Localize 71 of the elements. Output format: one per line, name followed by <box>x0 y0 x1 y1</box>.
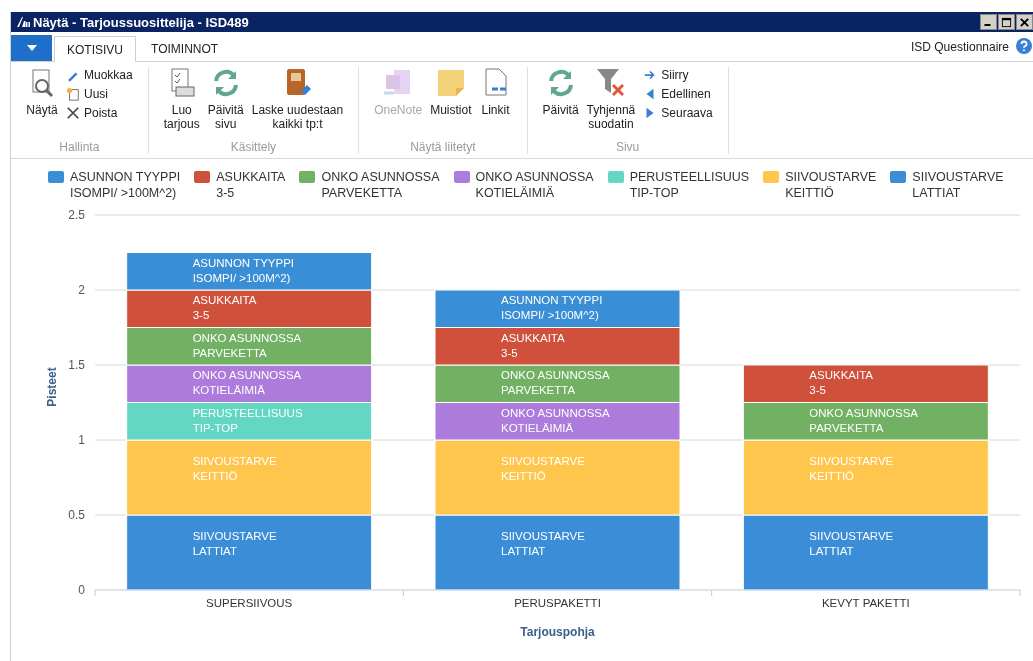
segment-label: SIIVOUSTARVE LATTIAT <box>501 530 585 557</box>
ribbon-button[interactable]: Näytä <box>24 67 60 117</box>
legend-label: SIIVOUSTARVE KEITTIÖ <box>785 169 877 201</box>
category-label: SUPERSIIVOUS <box>206 597 293 609</box>
segment-label: SIIVOUSTARVE KEITTIÖ <box>501 455 585 482</box>
group-label: Hallinta <box>58 140 101 154</box>
segment-label: ONKO ASUNNOSSA PARVEKETTA <box>501 369 610 396</box>
minimize-button[interactable] <box>980 14 997 30</box>
segment-label: ASUKKAITA 3-5 <box>809 369 874 396</box>
ribbon-button[interactable]: Päivitä <box>540 67 581 117</box>
segment-label: SIIVOUSTARVE LATTIAT <box>809 530 894 557</box>
funnel-cross-icon <box>594 67 627 99</box>
group-label: Käsittely <box>229 140 278 154</box>
segment-label: PERUSTEELLISUUS TIP-TOP <box>192 406 303 434</box>
legend-label: ASUNNON TYYPPI ISOMPI/ >100M^2) <box>70 169 181 201</box>
axis-tick-label: 2.5 <box>68 208 85 222</box>
segment-label: ASUKKAITA 3-5 <box>501 331 565 359</box>
ribbon-button[interactable]: Poista <box>64 105 135 121</box>
menu-button[interactable] <box>11 35 52 61</box>
ribbon-tab[interactable]: TOIMINNOT <box>138 36 232 61</box>
ribbon-button[interactable]: Päivitä sivu <box>205 67 246 131</box>
axis-tick-label: 1.5 <box>68 358 85 372</box>
y-axis-title: Pisteet <box>45 367 59 407</box>
ribbon-button[interactable]: Uusi <box>64 86 135 102</box>
ribbon-button[interactable]: Muokkaa <box>64 67 135 83</box>
ribbon-button[interactable]: Tyhjennä suodatin <box>584 67 638 131</box>
segment-label: ONKO ASUNNOSSA PARVEKETTA <box>192 331 302 359</box>
axis-tick-label: 0.5 <box>68 508 85 522</box>
ribbon-button[interactable]: Laske uudestaan kaikki tp:t <box>249 67 346 131</box>
segment-label: ONKO ASUNNOSSA KOTIELÄIMIÄ <box>501 406 610 434</box>
axis-tick-label: 0 <box>78 583 85 597</box>
help-icon <box>1016 37 1032 54</box>
group-label: Näytä liitetyt <box>409 140 477 154</box>
app-logo-icon <box>16 16 30 28</box>
legend-label: ONKO ASUNNOSSA KOTIELÄIMIÄ <box>475 169 594 201</box>
segment-label: SIIVOUSTARVE LATTIAT <box>192 530 277 557</box>
ribbon-button[interactable]: Linkit <box>477 67 514 117</box>
segment-label: SIIVOUSTARVE KEITTIÖ <box>192 455 277 482</box>
ribbon-button[interactable]: Edellinen <box>641 86 715 102</box>
legend-label: PERUSTEELLISUUS TIP-TOP <box>629 169 750 201</box>
ribbon-button[interactable]: Siirry <box>641 67 715 83</box>
segment-label: SIIVOUSTARVE KEITTIÖ <box>809 455 894 482</box>
maximize-button[interactable] <box>998 14 1015 30</box>
axis-tick-label: 2 <box>78 283 85 297</box>
x-icon <box>66 106 80 120</box>
segment-label: ASUNNON TYYPPI ISOMPI/ >100M^2) <box>501 294 603 321</box>
legend-label: ONKO ASUNNOSSA PARVEKETTA <box>321 169 440 201</box>
legend-label: ASUKKAITA 3-5 <box>216 169 286 201</box>
category-label: KEVYT PAKETTI <box>821 597 910 609</box>
ribbon-button[interactable]: Muistiot <box>428 67 474 117</box>
minimize-icon <box>984 24 991 26</box>
maximize-icon <box>1001 16 1012 28</box>
x-axis-title: Tarjouspohja <box>520 625 595 639</box>
segment-label: ONKO ASUNNOSSA KOTIELÄIMIÄ <box>192 369 302 396</box>
company-name: ISD Questionnaire <box>910 39 1009 54</box>
category-label: PERUSPAKETTI <box>514 597 601 609</box>
window-title: Näytä - Tarjoussuosittelija - ISD489 <box>33 14 250 30</box>
axis-tick-label: 1 <box>78 433 85 447</box>
group-label: Sivu <box>614 140 641 154</box>
segment-label: ASUKKAITA 3-5 <box>192 294 257 321</box>
caret-icon <box>26 45 37 51</box>
new-document-icon <box>66 87 80 101</box>
ribbon-tab[interactable]: KOTISIVU <box>54 36 136 62</box>
close-icon <box>1019 16 1030 28</box>
segment-label: ASUNNON TYYPPI ISOMPI/ >100M^2) <box>192 256 295 284</box>
ribbon-button[interactable]: Luo tarjous <box>161 67 202 131</box>
segment-label: ONKO ASUNNOSSA PARVEKETTA <box>809 406 918 434</box>
ribbon-button[interactable]: Seuraava <box>641 105 715 121</box>
close-button[interactable] <box>1016 14 1033 30</box>
legend-label: SIIVOUSTARVE LATTIAT <box>912 169 1004 201</box>
help-button[interactable] <box>1015 37 1033 56</box>
